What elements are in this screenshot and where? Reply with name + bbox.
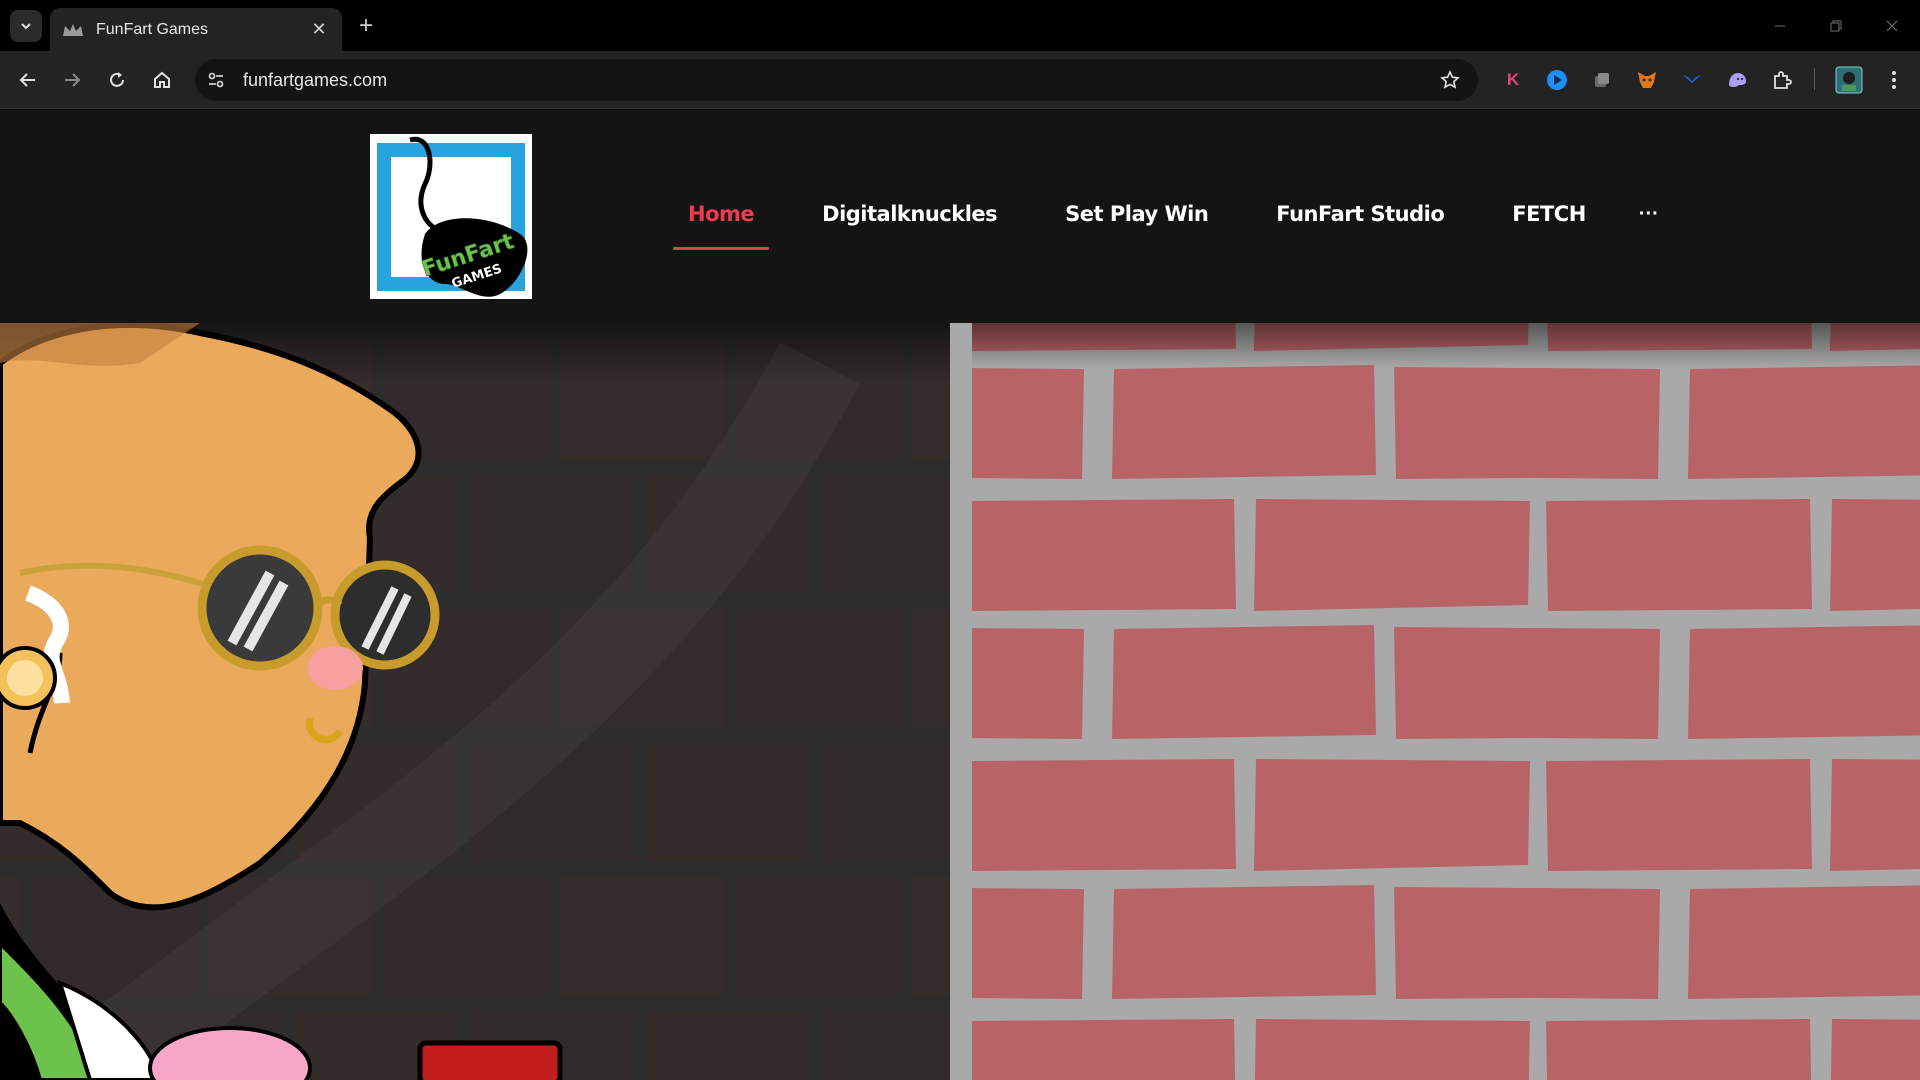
kaspersky-icon: K xyxy=(1506,70,1520,89)
extension-ghost-icon xyxy=(1729,73,1746,87)
reload-button[interactable] xyxy=(101,64,133,96)
toolbar-separator xyxy=(1814,68,1815,90)
profile-avatar-icon xyxy=(1835,66,1863,94)
menu-dots-icon xyxy=(1892,71,1896,89)
metamask-icon xyxy=(1638,72,1656,88)
tab-strip: FunFart Games ✕ + xyxy=(0,0,1920,51)
nav-set-play-win[interactable]: Set Play Win xyxy=(1050,202,1223,226)
tab-close-icon[interactable]: ✕ xyxy=(308,19,330,40)
ghost-extension[interactable] xyxy=(1721,64,1753,96)
hero-divider xyxy=(950,323,972,1080)
chevron-down-icon xyxy=(21,23,31,30)
site-logo[interactable]: FunFart GAMES xyxy=(370,134,532,299)
nav-fetch[interactable]: FETCH xyxy=(1497,202,1601,226)
red-brick-wall xyxy=(972,323,1920,1080)
tab-search-button[interactable] xyxy=(10,10,42,42)
extensions-button[interactable] xyxy=(1766,64,1798,96)
crown-favicon-icon xyxy=(63,23,83,36)
forward-icon xyxy=(65,73,81,87)
funfart-games-logo: FunFart GAMES xyxy=(377,136,528,297)
tab-title: FunFart Games xyxy=(96,20,209,38)
nav-funfart-studio[interactable]: FunFart Studio xyxy=(1261,202,1459,226)
extension-blue-icon xyxy=(1547,70,1567,90)
kaspersky-extension[interactable]: K xyxy=(1497,64,1529,96)
bookmark-button[interactable] xyxy=(1432,62,1468,98)
close-icon xyxy=(1886,20,1898,31)
url-text[interactable]: funfartgames.com xyxy=(243,70,1432,91)
browser-toolbar: funfartgames.com K xyxy=(0,51,1920,109)
site-info-button[interactable] xyxy=(199,63,233,97)
nav-digitalknuckles[interactable]: Digitalknuckles xyxy=(807,202,1012,226)
address-bar[interactable]: funfartgames.com xyxy=(195,59,1478,101)
nav-more-icon[interactable]: ··· xyxy=(1639,203,1659,226)
dark-brick-wall xyxy=(0,323,950,1080)
main-nav: Home Digitalknuckles Set Play Win FunFar… xyxy=(673,202,1659,250)
active-tab[interactable]: FunFart Games ✕ xyxy=(50,8,342,51)
bird-extension[interactable] xyxy=(1676,64,1708,96)
home-icon xyxy=(154,71,170,88)
blue-extension[interactable] xyxy=(1541,64,1573,96)
website-viewport: FunFart GAMES Home Digitalknuckles Set P… xyxy=(0,110,1920,1080)
forward-button[interactable] xyxy=(56,64,88,96)
hero-banner xyxy=(0,323,1920,1080)
profile-button[interactable] xyxy=(1833,64,1865,96)
minimize-icon xyxy=(1775,25,1785,26)
window-controls xyxy=(1752,0,1920,51)
site-info-icon xyxy=(208,72,224,88)
back-button[interactable] xyxy=(12,64,44,96)
close-window-button[interactable] xyxy=(1864,0,1920,51)
minimize-button[interactable] xyxy=(1752,0,1808,51)
metamask-extension[interactable] xyxy=(1631,64,1663,96)
reload-icon xyxy=(110,72,124,87)
cartoon-character-illustration xyxy=(0,323,563,1080)
extensions-puzzle-icon xyxy=(1774,71,1792,89)
browser-menu-button[interactable] xyxy=(1878,64,1910,96)
home-button[interactable] xyxy=(146,64,178,96)
site-header: FunFart GAMES Home Digitalknuckles Set P… xyxy=(0,110,1920,323)
bookmark-star-icon xyxy=(1440,70,1460,89)
extension-grey-icon xyxy=(1595,73,1609,87)
grey-extension[interactable] xyxy=(1586,64,1618,96)
red-brick-pattern xyxy=(972,323,1920,1080)
nav-home[interactable]: Home xyxy=(673,202,770,250)
restore-icon xyxy=(1830,20,1842,31)
new-tab-icon[interactable]: + xyxy=(352,12,380,40)
back-icon xyxy=(19,73,35,87)
extension-bird-icon xyxy=(1683,75,1701,83)
restore-button[interactable] xyxy=(1808,0,1864,51)
